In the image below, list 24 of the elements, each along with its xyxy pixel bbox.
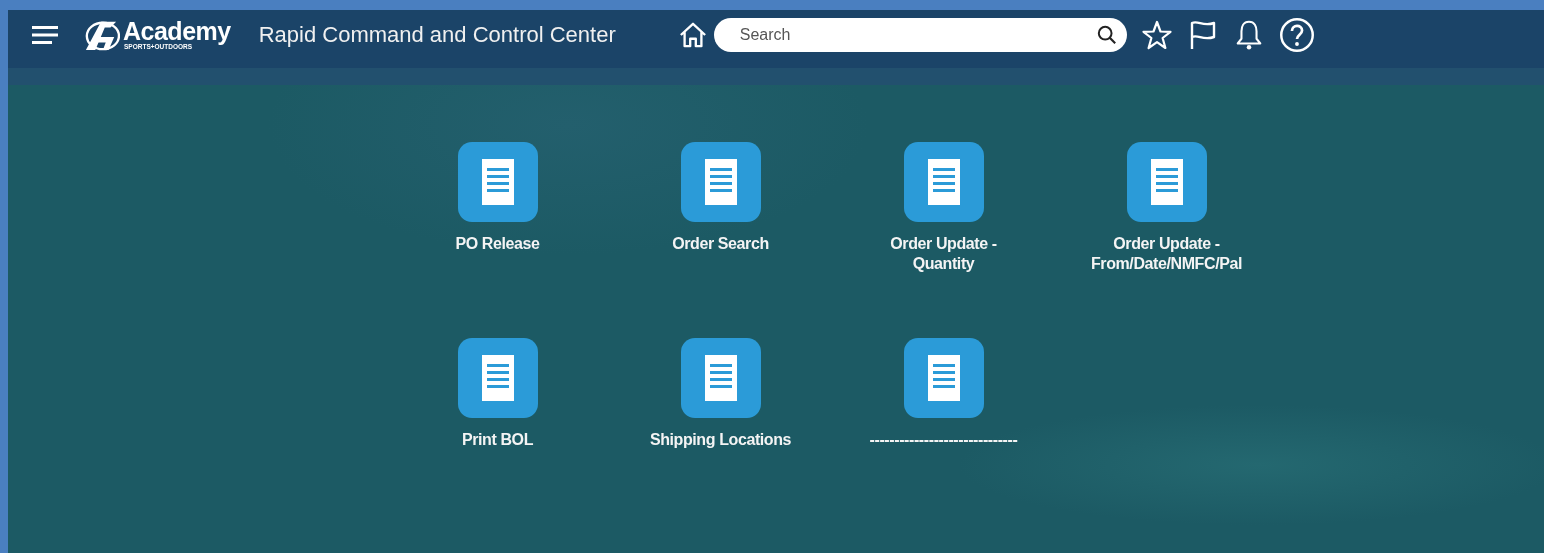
home-icon[interactable] <box>677 21 708 49</box>
tile-label[interactable]: PO Release <box>455 234 540 254</box>
star-icon[interactable] <box>1140 19 1173 51</box>
document-icon[interactable] <box>457 338 538 418</box>
document-icon[interactable] <box>903 338 984 418</box>
help-icon[interactable] <box>1278 17 1315 53</box>
document-icon[interactable] <box>457 142 538 222</box>
search-icon[interactable] <box>1096 25 1117 45</box>
document-icon[interactable] <box>680 338 761 418</box>
document-icon[interactable] <box>1126 142 1207 222</box>
tile-label[interactable]: From/Date/NMFC/Pal <box>1090 254 1242 274</box>
tile-label[interactable]: Order Search <box>672 234 769 254</box>
tile-label[interactable]: Print BOL <box>461 430 534 450</box>
document-icon[interactable] <box>680 142 761 222</box>
tile-label[interactable]: Shipping Locations <box>649 430 792 450</box>
menu-icon[interactable] <box>32 26 58 44</box>
search-field[interactable]: Search <box>713 18 1127 52</box>
brand-name: Academy <box>123 19 231 45</box>
tile-label[interactable]: Quantity <box>912 254 975 274</box>
app-title: Rapid Command and Control Center <box>258 22 616 48</box>
tile-label[interactable]: Order Update - <box>890 234 997 254</box>
document-icon[interactable] <box>903 142 984 222</box>
tile-label[interactable]: Order Update - <box>1113 234 1220 254</box>
tile-label[interactable]: ------------------------------ <box>869 430 1018 450</box>
